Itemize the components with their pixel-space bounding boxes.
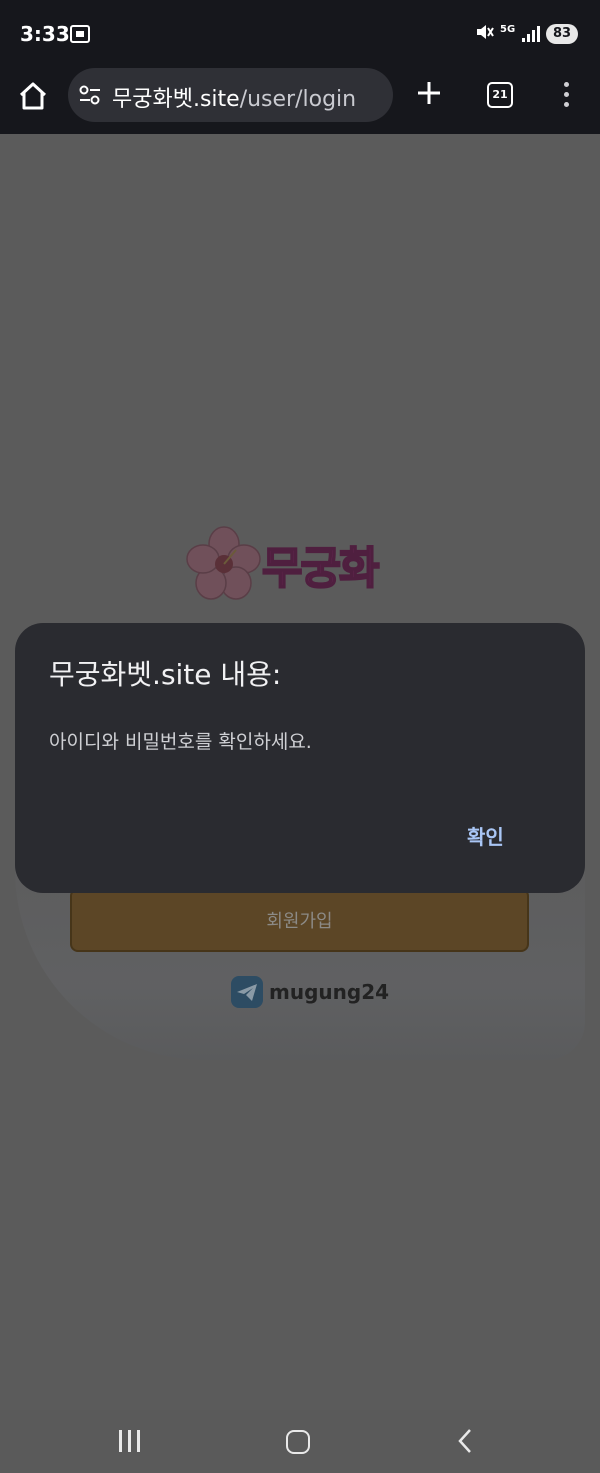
recent-apps-icon[interactable] xyxy=(119,1430,141,1452)
logo-text: 무궁화 xyxy=(261,542,380,595)
alert-dialog: 무궁화벳.site 내용: 아이디와 비밀번호를 확인하세요. 확인 xyxy=(15,623,585,893)
screen-record-icon xyxy=(70,25,90,43)
home-icon[interactable] xyxy=(286,1430,310,1454)
site-settings-icon[interactable] xyxy=(78,84,102,106)
dialog-ok-button[interactable]: 확인 xyxy=(467,821,504,850)
system-nav-bar xyxy=(0,1410,600,1473)
new-tab-icon[interactable] xyxy=(416,78,442,112)
signup-button[interactable]: 회원가입 xyxy=(70,888,529,952)
home-icon[interactable] xyxy=(17,81,49,111)
url-host: 무궁화벳.site xyxy=(112,87,240,112)
mute-icon xyxy=(474,22,494,47)
site-logo: 무궁화 xyxy=(186,526,416,602)
telegram-icon xyxy=(231,976,263,1008)
url-path: /user/login xyxy=(239,87,357,112)
dialog-message: 아이디와 비밀번호를 확인하세요. xyxy=(49,731,312,753)
telegram-handle: mugung24 xyxy=(269,980,390,1004)
network-type: 5G xyxy=(500,24,516,35)
dialog-title: 무궁화벳.site 내용: xyxy=(49,658,282,691)
address-bar[interactable]: 무궁화벳.site/user/login xyxy=(68,68,393,122)
status-bar: 3:33 5G 83 xyxy=(0,0,600,68)
back-icon[interactable] xyxy=(457,1428,473,1454)
url-text[interactable]: 무궁화벳.site/user/login xyxy=(112,81,356,113)
hibiscus-icon xyxy=(186,526,261,600)
battery-icon: 83 xyxy=(546,24,578,44)
more-icon[interactable] xyxy=(556,80,576,110)
browser-toolbar: 무궁화벳.site/user/login 21 xyxy=(0,68,600,134)
status-time: 3:33 xyxy=(20,22,70,46)
tabs-icon[interactable]: 21 xyxy=(487,82,513,108)
signal-icon xyxy=(522,26,540,42)
